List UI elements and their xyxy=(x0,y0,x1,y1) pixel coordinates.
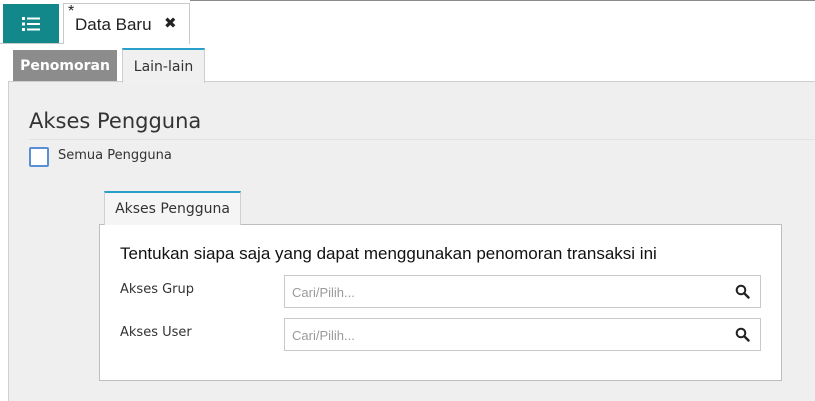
akses-grup-placeholder: Cari/Pilih... xyxy=(292,285,355,300)
section-title: Akses Pengguna xyxy=(29,109,202,133)
akses-pengguna-box: Tentukan siapa saja yang dapat menggunak… xyxy=(99,224,782,381)
section-tabs: Penomoran Lain-lain xyxy=(0,44,815,83)
top-bar: * Data Baru ✖ xyxy=(0,0,815,44)
semua-pengguna-label: Semua Pengguna xyxy=(58,148,172,163)
document-tab-label: Data Baru xyxy=(75,15,152,34)
content-panel: Akses Pengguna Semua Pengguna Akses Peng… xyxy=(8,81,815,401)
akses-grup-label: Akses Grup xyxy=(120,282,195,297)
access-description: Tentukan siapa saja yang dapat menggunak… xyxy=(120,244,657,263)
top-divider xyxy=(190,0,815,1)
unsaved-indicator: * xyxy=(68,3,75,20)
akses-user-input[interactable]: Cari/Pilih... xyxy=(284,318,761,351)
semua-pengguna-checkbox[interactable] xyxy=(29,147,49,167)
document-tab[interactable]: * Data Baru ✖ xyxy=(63,3,190,44)
search-icon[interactable] xyxy=(735,284,750,299)
section-divider xyxy=(29,139,815,140)
tab-akses-pengguna[interactable]: Akses Pengguna xyxy=(104,191,241,225)
search-icon[interactable] xyxy=(735,327,750,342)
akses-user-placeholder: Cari/Pilih... xyxy=(292,328,355,343)
tab-lain-lain[interactable]: Lain-lain xyxy=(122,48,205,83)
menu-button[interactable] xyxy=(3,4,59,43)
close-icon[interactable]: ✖ xyxy=(164,14,177,32)
akses-grup-input[interactable]: Cari/Pilih... xyxy=(284,275,761,308)
akses-user-label: Akses User xyxy=(120,325,192,340)
tab-penomoran[interactable]: Penomoran xyxy=(13,50,117,82)
list-icon xyxy=(22,16,40,31)
